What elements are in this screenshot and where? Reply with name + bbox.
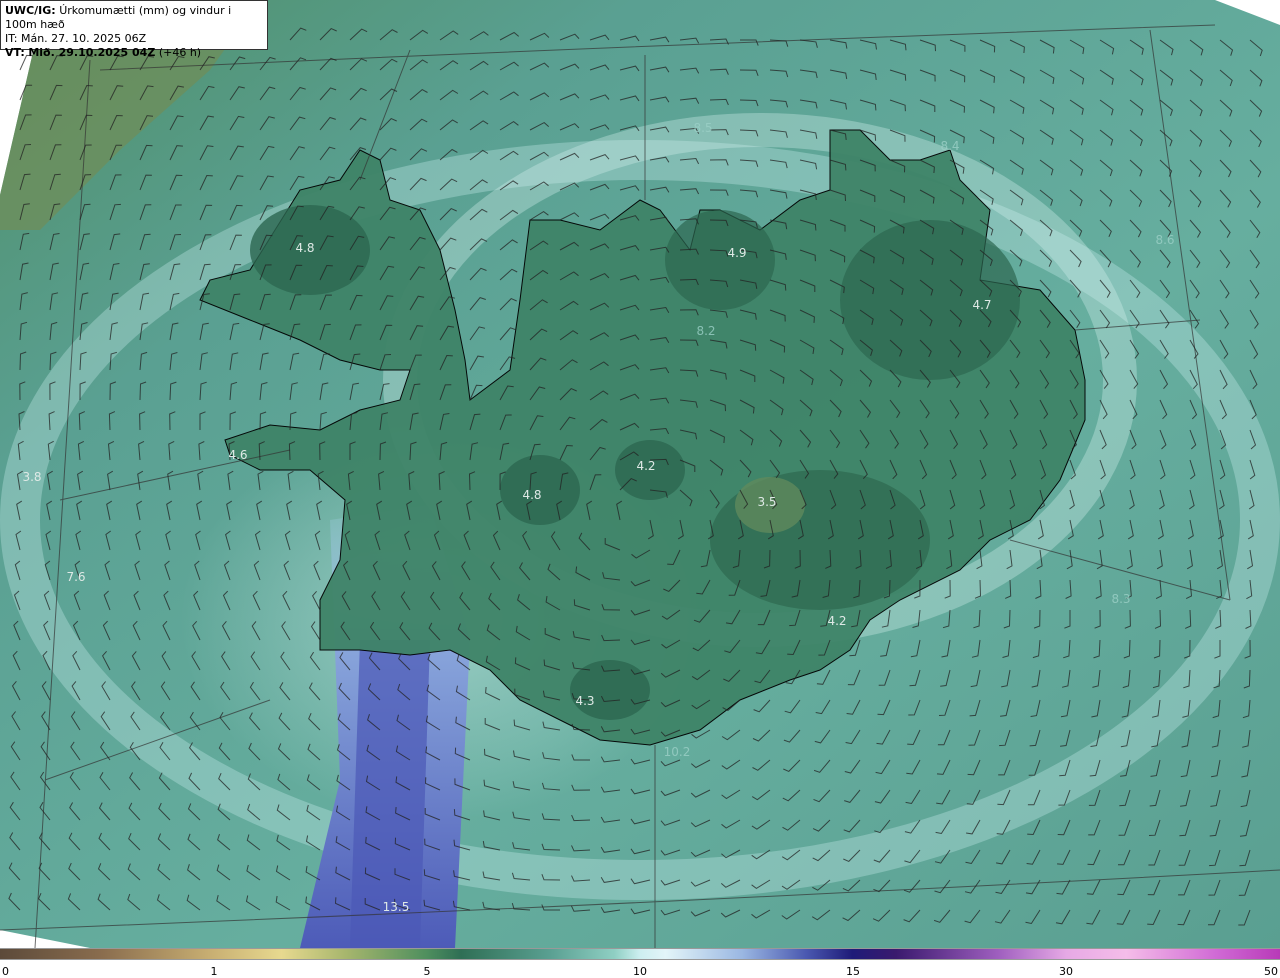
precip-value-label: 4.8: [295, 241, 315, 255]
valid-time: Mið. 29.10.2025 04Z: [28, 46, 156, 59]
highland: [840, 220, 1020, 380]
precip-value-label: 13.5: [382, 900, 410, 914]
model-name: UWC/IG:: [5, 4, 56, 17]
precip-value-label: 3.8: [22, 470, 42, 484]
precip-value-label: 4.7: [972, 298, 992, 312]
colorbar-strip: [0, 948, 1280, 960]
precip-value-label: 4.2: [827, 614, 847, 628]
precip-value-label: 8.6: [1155, 233, 1175, 247]
precip-value-label: 8.3: [1111, 592, 1131, 606]
colorbar-tick: 1: [210, 965, 218, 978]
colorbar-tick: 5: [423, 965, 431, 978]
precip-value-label: 4.3: [575, 694, 595, 708]
highland: [665, 210, 775, 310]
precip-value-label: 4.8: [522, 488, 542, 502]
precip-value-label: 10.2: [663, 745, 691, 759]
precip-value-label: 7.6: [66, 570, 86, 584]
colorbar: 0 1 5 10 15 30 50: [0, 948, 1280, 978]
colorbar-tick: 0: [2, 965, 9, 978]
precip-value-label: 4.9: [727, 246, 747, 260]
colorbar-tick: 50: [1264, 965, 1278, 978]
colorbar-tick: 30: [1059, 965, 1073, 978]
precip-value-label: 8.4: [940, 139, 960, 153]
precip-value-label: 8.2: [696, 324, 716, 338]
forecast-map: 4.8 4.9 4.7 4.6 4.2 4.8 3.5 4.2 4.3 3.8 7.6 13.5 10.…: [0, 0, 1280, 948]
precip-value-label: 4.2: [636, 459, 656, 473]
precip-value-label: 3.5: [757, 495, 777, 509]
colorbar-tick: 10: [633, 965, 647, 978]
precip-value-label: 4.6: [228, 448, 248, 462]
init-time: IT: Mán. 27. 10. 2025 06Z: [5, 32, 147, 45]
map-canvas: [0, 0, 1280, 948]
map-info-box: UWC/IG: Úrkomumætti (mm) og vindur i 100…: [0, 0, 268, 59]
lead-time: (+46 h): [158, 46, 202, 59]
valid-prefix: VT:: [5, 46, 25, 59]
colorbar-tick: 15: [846, 965, 860, 978]
precip-value-label: 8.5: [693, 121, 713, 135]
